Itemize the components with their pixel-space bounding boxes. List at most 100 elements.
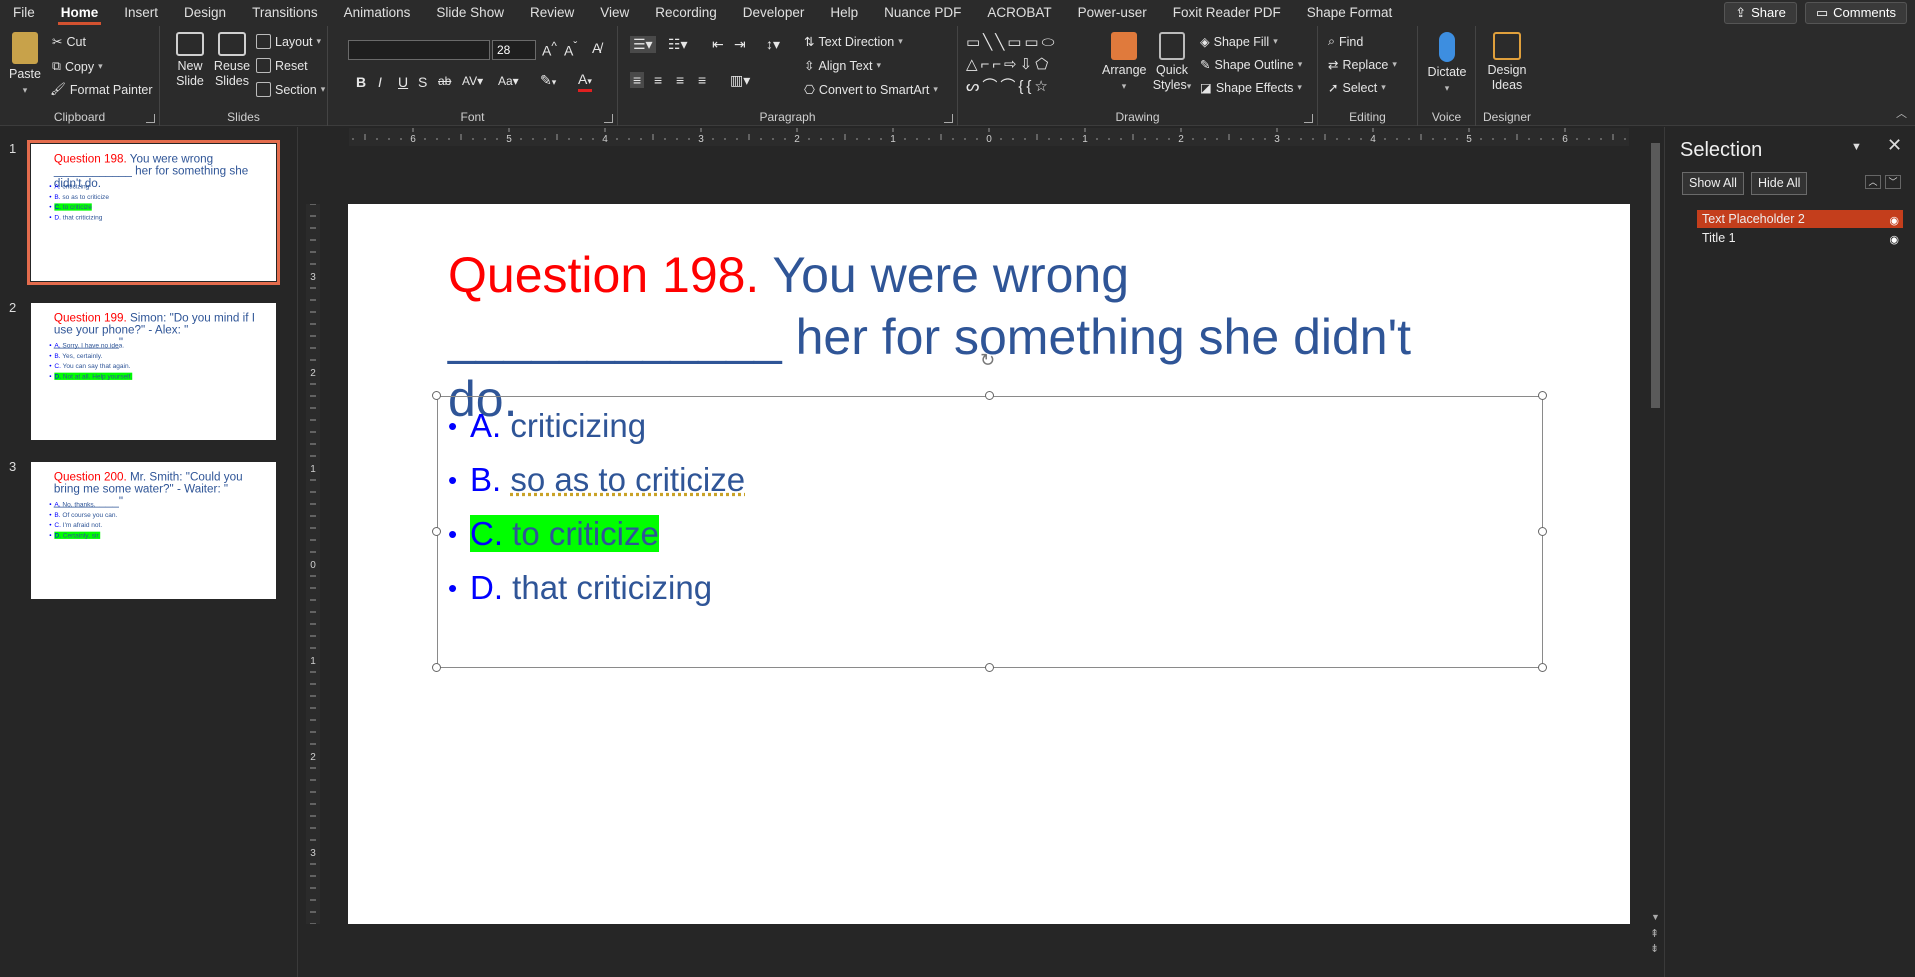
scroll-down-icon[interactable]: ▼ [1651,912,1660,922]
slide-thumbnail-2[interactable]: Question 199. Simon: "Do you mind if I u… [31,303,276,440]
next-slide-icon[interactable]: ⇟ [1650,942,1659,955]
increase-font-icon[interactable]: A^ [542,40,557,59]
replace-button[interactable]: ⇄ Replace ▾ [1328,57,1397,73]
slide-thumbnail-1[interactable]: Question 198. You were wrong ___________… [27,140,280,285]
vertical-scrollbar[interactable]: ▼ ⇞ ⇟ [1648,127,1663,977]
justify-icon[interactable]: ≡ [698,72,706,88]
tab-recording[interactable]: Recording [642,0,730,26]
align-left-icon[interactable]: ≡ [630,72,645,88]
copy-button[interactable]: ⧉ Copy ▾ [52,59,103,74]
pane-options-icon[interactable]: ▼ [1851,141,1862,153]
layout-button[interactable]: Layout ▾ [256,34,321,49]
arrange-button[interactable]: Arrange ▾ [1102,32,1146,94]
tab-shape-format[interactable]: Shape Format [1294,0,1406,26]
strikethrough-icon[interactable]: ab [438,74,451,88]
collapse-ribbon-icon[interactable]: ︿ [1896,105,1907,121]
tab-file[interactable]: File [0,0,48,26]
cut-button[interactable]: ✂ Cut [52,34,86,50]
align-text-button[interactable]: ⇳ Align Text ▾ [804,58,881,74]
tab-review[interactable]: Review [517,0,587,26]
bring-forward-icon[interactable]: ︿ [1865,175,1881,189]
find-button[interactable]: ⌕ Find [1328,34,1363,49]
bold-icon[interactable]: B [356,74,366,90]
decrease-font-icon[interactable]: Aˇ [564,40,577,59]
reuse-slides-button[interactable]: Reuse Slides [212,32,252,89]
select-button[interactable]: ➚ Select ▾ [1328,80,1386,96]
underline-icon[interactable]: U [398,74,408,90]
tab-nuance-pdf[interactable]: Nuance PDF [871,0,974,26]
previous-slide-icon[interactable]: ⇞ [1650,927,1659,940]
design-ideas-button[interactable]: Design Ideas [1482,32,1532,93]
resize-handle[interactable] [1538,527,1547,536]
tab-design[interactable]: Design [171,0,239,26]
align-center-icon[interactable]: ≡ [654,72,662,88]
font-launcher-icon[interactable] [604,114,613,123]
shape-effects-button[interactable]: ◪ Shape Effects ▾ [1200,80,1302,96]
resize-handle[interactable] [432,527,441,536]
italic-icon[interactable]: I [378,74,382,90]
text-direction-button[interactable]: ⇅ Text Direction ▾ [804,34,903,50]
section-button[interactable]: Section ▾ [256,82,325,97]
resize-handle[interactable] [985,391,994,400]
shape-fill-button[interactable]: ◈ Shape Fill ▾ [1200,34,1278,50]
tab-view[interactable]: View [587,0,642,26]
tab-power-user[interactable]: Power-user [1065,0,1160,26]
shapes-gallery[interactable]: ▭╲╲▭▭⬭ △⌐⌐⇨⇩⬠ ᔕ⌒⌒{{☆ [966,32,1096,100]
font-color-icon[interactable]: A▾ [578,72,592,92]
dictate-button[interactable]: Dictate ▾ [1424,32,1470,96]
eye-icon[interactable]: ◉ [1889,212,1899,230]
slide-thumbnail-3[interactable]: Question 200. Mr. Smith: "Could you brin… [31,462,276,599]
paragraph-launcher-icon[interactable] [944,114,953,123]
show-all-button[interactable]: Show All [1682,172,1744,195]
tab-foxit-reader-pdf[interactable]: Foxit Reader PDF [1160,0,1294,26]
font-size-combo[interactable]: 28 [492,40,536,60]
highlight-color-icon[interactable]: ✎▾ [540,72,556,89]
tab-transitions[interactable]: Transitions [239,0,331,26]
character-spacing-icon[interactable]: AV▾ [462,74,483,88]
tab-home[interactable]: Home [48,0,112,26]
reset-button[interactable]: Reset [256,58,308,73]
horizontal-ruler[interactable]: 6 5 4 3 2 1 0 1 2 3 4 5 6 [349,128,1629,146]
line-spacing-icon[interactable]: ↕▾ [766,36,780,53]
tab-insert[interactable]: Insert [111,0,171,26]
hide-all-button[interactable]: Hide All [1751,172,1808,195]
change-case-icon[interactable]: Aa▾ [498,74,519,88]
quick-styles-button[interactable]: Quick Styles▾ [1150,32,1194,94]
resize-handle[interactable] [985,663,994,672]
decrease-indent-icon[interactable]: ⇤ [712,36,724,53]
eye-icon[interactable]: ◉ [1889,231,1899,249]
tab-slide-show[interactable]: Slide Show [423,0,517,26]
numbering-icon[interactable]: ☷▾ [668,36,688,53]
clipboard-launcher-icon[interactable] [146,114,155,123]
paste-button[interactable]: Paste ▾ [6,32,44,98]
tab-developer[interactable]: Developer [730,0,818,26]
resize-handle[interactable] [1538,663,1547,672]
format-painter-button[interactable]: 🖌 Format Painter [50,82,153,97]
selection-item-text-placeholder-2[interactable]: Text Placeholder 2 ◉ [1697,210,1903,228]
tab-acrobat[interactable]: ACROBAT [974,0,1064,26]
share-button[interactable]: ⇪ Share [1724,2,1797,24]
close-icon[interactable]: ✕ [1887,135,1902,156]
text-placeholder-selection[interactable] [437,396,1543,668]
rotate-handle-icon[interactable]: ↻ [980,350,995,371]
resize-handle[interactable] [432,391,441,400]
resize-handle[interactable] [1538,391,1547,400]
scrollbar-thumb[interactable] [1651,143,1660,408]
selection-item-title-1[interactable]: Title 1 ◉ [1697,229,1903,247]
columns-icon[interactable]: ▥▾ [730,72,750,89]
tab-help[interactable]: Help [817,0,871,26]
tab-animations[interactable]: Animations [331,0,424,26]
bullets-icon[interactable]: ☰▾ [630,36,656,53]
comments-button[interactable]: ▭ Comments [1804,2,1907,24]
font-name-combo[interactable] [348,40,490,60]
new-slide-button[interactable]: New Slide [170,32,210,89]
send-backward-icon[interactable]: ﹀ [1885,175,1901,189]
increase-indent-icon[interactable]: ⇥ [734,36,746,53]
shape-outline-button[interactable]: ✎ Shape Outline ▾ [1200,57,1302,73]
convert-smartart-button[interactable]: ⎔ Convert to SmartArt ▾ [804,82,938,98]
vertical-ruler[interactable]: 3 2 1 0 1 2 3 [306,204,320,924]
shadow-icon[interactable]: S [418,74,427,90]
resize-handle[interactable] [432,663,441,672]
align-right-icon[interactable]: ≡ [676,72,684,88]
clear-formatting-icon[interactable]: A̸ [592,40,601,56]
